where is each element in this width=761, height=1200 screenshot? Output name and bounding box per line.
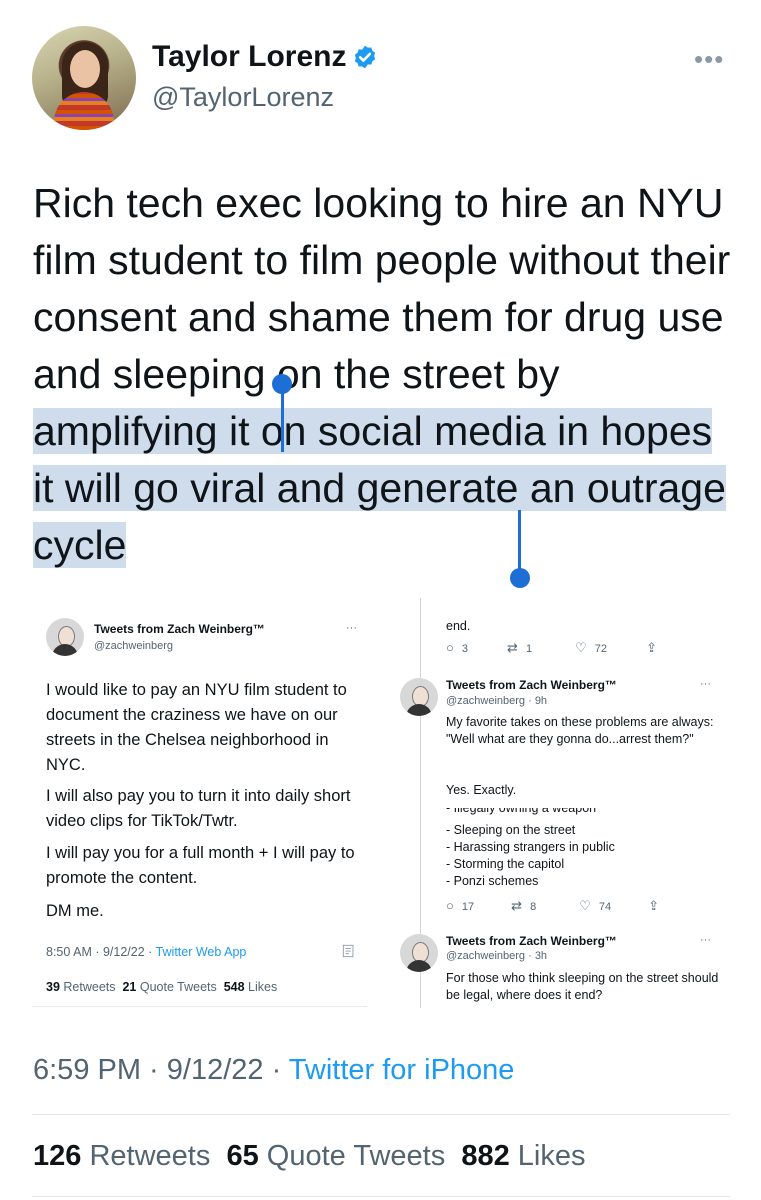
- tweet-text: Rich tech exec looking to hire an NYU fi…: [33, 175, 733, 574]
- embedded-author-handle: @zachweinberg: [94, 640, 174, 652]
- avatar: [400, 678, 438, 716]
- action-row: ○ 17 ⇄ 8 ♡ 74 ⇪: [446, 898, 660, 913]
- attached-image[interactable]: Tweets from Zach Weinberg™ @zachweinberg…: [32, 598, 730, 1018]
- embedded-stats: 39 Retweets 21 Quote Tweets 548 Likes: [46, 980, 278, 994]
- thread-author-handle: @zachweinberg · 3h: [446, 950, 548, 962]
- author-name[interactable]: Taylor Lorenz: [152, 40, 346, 74]
- thread-text-3: For those who think sleeping on the stre…: [446, 971, 719, 1002]
- tweet-text-plain: Rich tech exec looking to hire an NYU fi…: [33, 180, 731, 397]
- share-icon: ⇪: [646, 640, 658, 655]
- thread-list: - Sleeping on the street - Harassing str…: [446, 823, 615, 888]
- embedded-tweet-left: Tweets from Zach Weinberg™ @zachweinberg…: [32, 598, 367, 1008]
- retweet-icon: ⇄: [511, 898, 523, 913]
- divider: [32, 1006, 367, 1007]
- like-icon: ♡: [579, 898, 591, 913]
- embedded-text-p2: I will also pay you to turn it into dail…: [46, 787, 351, 830]
- embedded-author-name: Tweets from Zach Weinberg™: [94, 622, 265, 636]
- thread-text-top: end.: [446, 619, 471, 633]
- verified-badge-icon: [354, 45, 376, 69]
- like-icon: ♡: [575, 640, 587, 655]
- tweet-timestamp: 6:59 PM · 9/12/22 · Twitter for iPhone: [33, 1054, 515, 1086]
- author-avatar[interactable]: [32, 26, 136, 130]
- thread-author-name: Tweets from Zach Weinberg™: [446, 934, 617, 948]
- selection-start-bar: [281, 390, 284, 452]
- more-icon: ···: [700, 934, 711, 946]
- retweets-count[interactable]: 126 Retweets: [33, 1140, 210, 1172]
- list-cutoff: - Illegally owning a weapon: [446, 808, 597, 815]
- retweet-icon: ⇄: [507, 640, 518, 655]
- tweet-stats: 126 Retweets 65 Quote Tweets 882 Likes: [33, 1140, 585, 1173]
- embedded-text-p1: I would like to pay an NYU film student …: [46, 681, 347, 774]
- selection-end-bar: [518, 510, 521, 572]
- source-app-link[interactable]: Twitter for iPhone: [289, 1054, 515, 1086]
- selection-end-handle[interactable]: [510, 568, 530, 588]
- quote-tweets-count[interactable]: 65 Quote Tweets: [226, 1140, 445, 1172]
- divider: [32, 1196, 730, 1197]
- reply-icon: ○: [446, 898, 454, 913]
- more-icon: ···: [346, 622, 357, 634]
- tweet-text-selected: amplifying it on social media in hopes i…: [33, 408, 726, 568]
- divider: [32, 1114, 730, 1115]
- avatar: [400, 934, 438, 972]
- embedded-text-p4: DM me.: [46, 902, 104, 920]
- avatar: [46, 618, 84, 656]
- more-options-icon[interactable]: •••: [694, 44, 724, 75]
- thread-text-2: My favorite takes on these problems are …: [446, 715, 714, 746]
- more-icon: ···: [700, 678, 711, 690]
- embedded-meta: 8:50 AM · 9/12/22 · Twitter Web App: [46, 945, 247, 959]
- thread-author-name: Tweets from Zach Weinberg™: [446, 678, 617, 692]
- thread-author-handle: @zachweinberg · 9h: [446, 695, 548, 707]
- thread-text-2b: Yes. Exactly.: [446, 783, 517, 797]
- author-handle[interactable]: @TaylorLorenz: [152, 82, 334, 113]
- action-row: ○ 3 ⇄ 1 ♡ 72 ⇪: [446, 640, 658, 655]
- reply-icon: ○: [446, 640, 454, 655]
- share-icon: ⇪: [648, 898, 660, 913]
- analytics-icon: [342, 944, 354, 958]
- embedded-text-p3: I will pay you for a full month + I will…: [46, 844, 355, 887]
- likes-count[interactable]: 882 Likes: [461, 1140, 585, 1172]
